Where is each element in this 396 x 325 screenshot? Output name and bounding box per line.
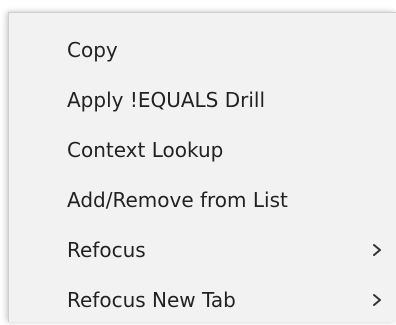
menu-item-add-remove-from-list[interactable]: Add/Remove from List	[9, 175, 396, 225]
chevron-right-icon	[373, 294, 381, 306]
menu-item-label: Context Lookup	[67, 138, 224, 162]
menu-item-label: Refocus	[67, 238, 146, 262]
context-menu: Copy Apply !EQUALS Drill Context Lookup …	[8, 12, 396, 322]
menu-item-refocus[interactable]: Refocus	[9, 225, 396, 275]
menu-item-context-lookup[interactable]: Context Lookup	[9, 125, 396, 175]
menu-item-label: Add/Remove from List	[67, 188, 288, 212]
chevron-right-icon	[373, 244, 381, 256]
menu-item-label: Copy	[67, 38, 118, 62]
background-strip	[0, 0, 396, 12]
menu-item-label: Refocus New Tab	[67, 288, 236, 312]
menu-item-refocus-new-tab[interactable]: Refocus New Tab	[9, 275, 396, 325]
menu-item-copy[interactable]: Copy	[9, 25, 396, 75]
menu-item-label: Apply !EQUALS Drill	[67, 88, 266, 112]
menu-item-apply-equals-drill[interactable]: Apply !EQUALS Drill	[9, 75, 396, 125]
